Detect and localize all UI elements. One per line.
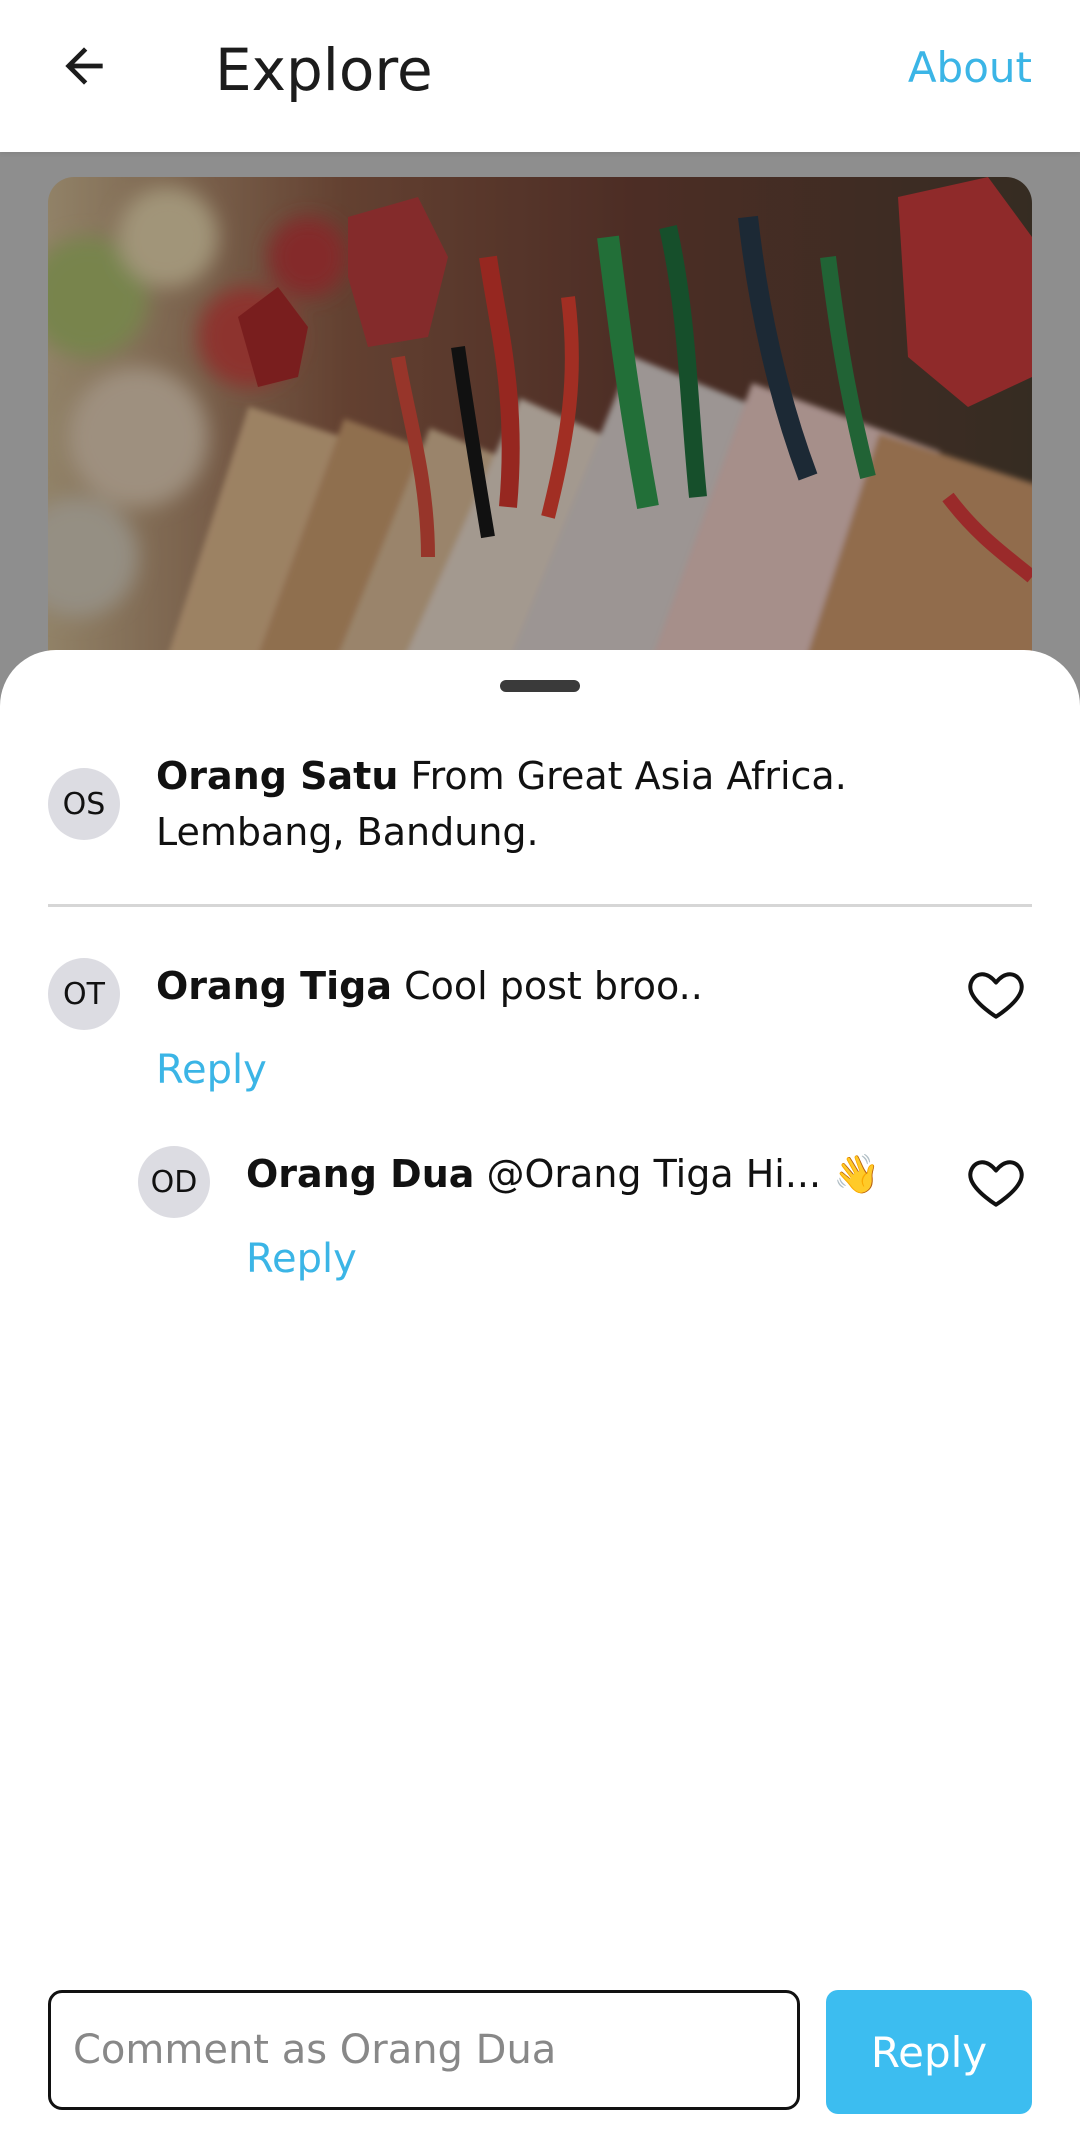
comments-bottom-sheet: OS Orang Satu From Great Asia Africa. Le… <box>0 650 1080 2140</box>
drag-handle[interactable] <box>500 680 580 692</box>
reply-comment: Orang Dua @Orang Tiga Hi... 👋 <box>246 1146 936 1202</box>
post-caption: Orang Satu From Great Asia Africa. Lemba… <box>156 748 1036 860</box>
comment-text: Cool post broo.. <box>404 964 703 1008</box>
arrow-left-icon <box>65 47 103 85</box>
like-button[interactable] <box>964 1150 1028 1214</box>
about-link[interactable]: About <box>908 38 1032 98</box>
top-app-bar: Explore About <box>0 0 1080 152</box>
like-button[interactable] <box>964 962 1028 1026</box>
avatar: OT <box>48 958 120 1030</box>
heart-icon <box>968 972 1024 1019</box>
comment-author[interactable]: Orang Dua <box>246 1152 474 1196</box>
back-button[interactable] <box>48 30 120 102</box>
comment-input[interactable] <box>48 1990 800 2110</box>
avatar-initials: OS <box>62 786 106 822</box>
avatar-initials: OT <box>63 976 105 1012</box>
comment-text: @Orang Tiga Hi... 👋 <box>486 1152 881 1196</box>
reply-link[interactable]: Reply <box>246 1231 357 1287</box>
send-reply-button[interactable]: Reply <box>826 1990 1032 2114</box>
heart-icon <box>968 1160 1024 1207</box>
avatar-initials: OD <box>150 1164 198 1200</box>
reply-link[interactable]: Reply <box>156 1042 267 1098</box>
divider <box>48 904 1032 907</box>
avatar: OS <box>48 768 120 840</box>
page-title: Explore <box>215 36 433 104</box>
explore-screen: Explore About OS Orang Satu From Great A… <box>0 0 1080 2140</box>
comment-author[interactable]: Orang Tiga <box>156 964 392 1008</box>
avatar: OD <box>138 1146 210 1218</box>
comment: Orang Tiga Cool post broo.. <box>156 958 936 1014</box>
caption-author[interactable]: Orang Satu <box>156 754 398 798</box>
